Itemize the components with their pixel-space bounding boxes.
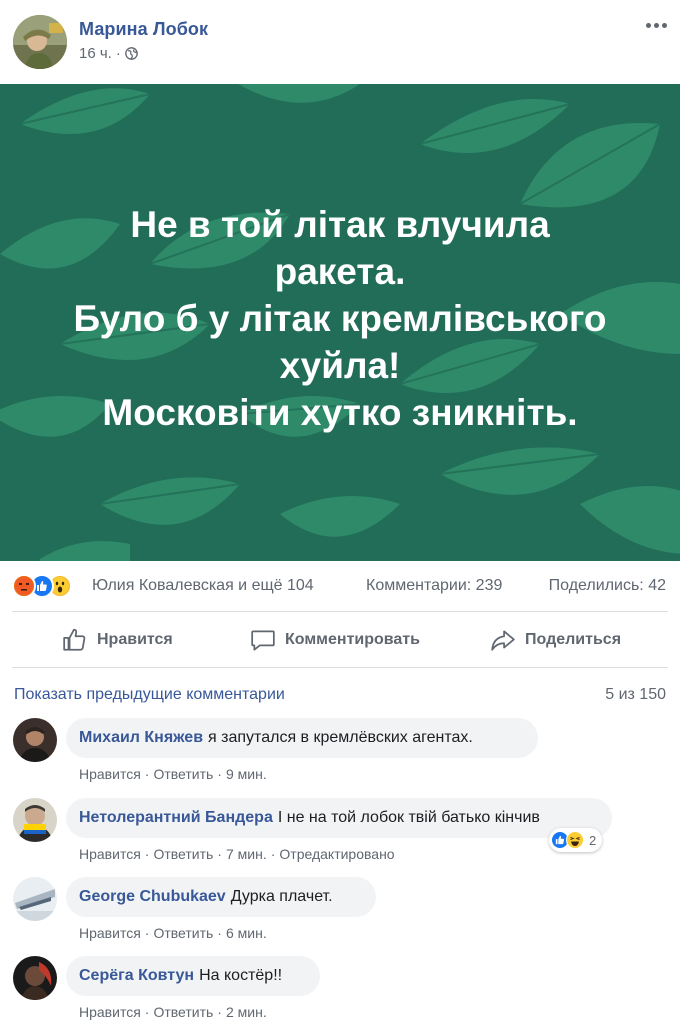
dot-separator: · <box>217 766 222 782</box>
comment-text: Дурка плачет. <box>230 888 333 905</box>
post-text-line: хуйла! <box>279 345 401 386</box>
dot-separator: · <box>217 925 222 941</box>
like-button-label: Нравится <box>97 631 173 648</box>
comment-bubble: Нетолерантний Бандера І не на той лобок … <box>66 798 612 838</box>
commenter-avatar[interactable] <box>13 877 57 921</box>
comment-time[interactable]: 7 мин. <box>226 846 267 862</box>
comment-icon <box>251 630 275 651</box>
comment-bubble: George Chubukaev Дурка плачет. <box>66 877 376 917</box>
divider <box>12 611 668 612</box>
comment-reaction-count: 2 <box>589 832 597 848</box>
commenter-avatar[interactable] <box>13 718 57 762</box>
comment-time[interactable]: 2 мин. <box>226 1004 267 1020</box>
comment-text: І не на той лобок твій батько кінчив <box>277 809 540 826</box>
post-text-line: ракета. <box>274 251 406 292</box>
comment-reply-link[interactable]: Ответить <box>153 846 213 862</box>
author-name[interactable]: Марина Лобок <box>79 19 208 40</box>
reactions-names[interactable]: Юлия Ковалевская и ещё 104 <box>92 577 314 595</box>
comment-actions: Нравится · Ответить · 6 мин. <box>79 925 267 941</box>
comment-like-link[interactable]: Нравится <box>79 766 141 782</box>
comment-like-link[interactable]: Нравится <box>79 1004 141 1020</box>
reaction-icons[interactable] <box>12 574 88 598</box>
author-avatar[interactable] <box>13 15 67 69</box>
like-button[interactable]: Нравится <box>62 627 173 653</box>
dot-separator: · <box>217 1004 222 1020</box>
dot-separator: · <box>144 1004 150 1020</box>
comment-author[interactable]: Серёга Ковтун <box>79 967 194 985</box>
more-options-icon[interactable] <box>642 16 670 34</box>
show-previous-comments-link[interactable]: Показать предыдущие комментарии <box>14 686 285 704</box>
post-header: Марина Лобок 16 ч. · <box>0 0 680 84</box>
post-image: Не в той літак влучила ракета. Було б у … <box>0 84 680 561</box>
comment-author[interactable]: George Chubukaev <box>79 888 226 906</box>
commenter-avatar[interactable] <box>13 956 57 1000</box>
post-text-line: Московіти хутко зникніть. <box>102 392 578 433</box>
comment-author[interactable]: Нетолерантний Бандера <box>79 809 273 827</box>
dot-separator: · <box>270 846 276 862</box>
comment-reply-link[interactable]: Ответить <box>153 925 213 941</box>
action-bar: Нравится Комментировать Поделиться <box>0 613 680 667</box>
comment-actions: Нравится · Ответить · 9 мин. <box>79 766 267 782</box>
comment-button[interactable]: Комментировать <box>250 627 420 653</box>
comment-time[interactable]: 9 мин. <box>226 766 267 782</box>
dot-separator: · <box>144 846 150 862</box>
comment-text: я запутался в кремлёвских агентах. <box>208 729 473 746</box>
comment-text: На костёр!! <box>199 967 283 984</box>
reactions-summary: Юлия Ковалевская и ещё 104 Комментарии: … <box>0 561 680 611</box>
comment-reply-link[interactable]: Ответить <box>153 766 213 782</box>
post-time[interactable]: 16 ч. <box>79 45 112 62</box>
meta-separator: · <box>115 45 121 62</box>
comment-button-label: Комментировать <box>285 631 420 648</box>
angry-icon[interactable] <box>12 574 36 598</box>
comment-like-link[interactable]: Нравится <box>79 925 141 941</box>
comment-edited-link[interactable]: Отредактировано <box>279 846 394 862</box>
globe-icon[interactable] <box>124 47 138 60</box>
comment-actions: Нравится · Ответить · 2 мин. <box>79 1004 267 1020</box>
comment-reply-link[interactable]: Ответить <box>153 1004 213 1020</box>
comment-time[interactable]: 6 мин. <box>226 925 267 941</box>
post-image-text: Не в той літак влучила ракета. Було б у … <box>0 201 680 436</box>
commenter-avatar[interactable] <box>13 798 57 842</box>
comment-bubble: Михаил Княжев я запутался в кремлёвских … <box>66 718 538 758</box>
divider <box>12 667 668 668</box>
post-meta: 16 ч. · <box>79 45 138 62</box>
comment-like-link[interactable]: Нравится <box>79 846 141 862</box>
post-text-line: Було б у літак кремлівського <box>73 298 607 339</box>
share-button[interactable]: Поделиться <box>490 627 621 653</box>
dot-separator: · <box>217 846 222 862</box>
comment-reactions[interactable]: 2 <box>549 828 603 852</box>
share-icon <box>491 630 515 651</box>
shares-count[interactable]: Поделились: 42 <box>549 577 666 595</box>
post-text-line: Не в той літак влучила <box>130 204 550 245</box>
comments-count[interactable]: Комментарии: 239 <box>366 577 502 595</box>
like-outline-icon <box>63 628 86 651</box>
comment-author[interactable]: Михаил Княжев <box>79 729 203 747</box>
dot-separator: · <box>144 925 150 941</box>
dot-separator: · <box>144 766 150 782</box>
comment-counter: 5 из 150 <box>605 686 666 703</box>
haha-icon <box>566 831 584 849</box>
comment-bubble: Серёга Ковтун На костёр!! <box>66 956 320 996</box>
share-button-label: Поделиться <box>525 631 622 648</box>
comment-actions: Нравится · Ответить · 7 мин. · Отредактиров… <box>79 846 395 862</box>
